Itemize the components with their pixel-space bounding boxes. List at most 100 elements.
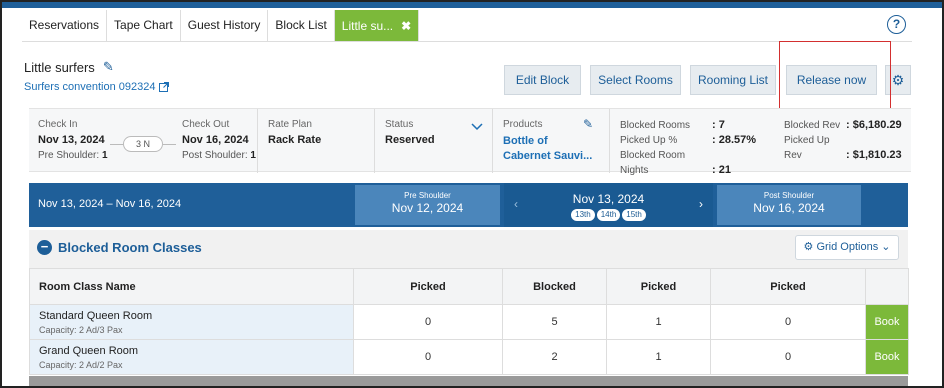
help-icon[interactable]: ?	[887, 15, 906, 34]
product-line-1: Bottle of	[503, 135, 548, 147]
tab-bar: Reservations Tape Chart Guest History Bl…	[22, 10, 420, 41]
blocked-nights-value: : 21	[712, 164, 731, 176]
nights-badge: 3 N	[123, 136, 163, 152]
col-blocked: Blocked	[502, 268, 607, 305]
page-title: Little surfers ✎	[24, 59, 114, 75]
current-date-column: ‹ Nov 13, 2024 13th 14th 15th ›	[504, 183, 713, 227]
room-stats: Blocked Rooms: 7 Picked Up %: 28.57% Blo…	[620, 118, 780, 178]
nights-connector	[110, 144, 123, 145]
status-chevron-down-icon[interactable]	[471, 119, 483, 134]
edit-block-button[interactable]: Edit Block	[504, 65, 581, 95]
next-date-icon[interactable]: ›	[699, 197, 703, 211]
convention-link[interactable]: Surfers convention 092324	[24, 81, 170, 93]
app-window: Reservations Tape Chart Guest History Bl…	[0, 0, 944, 388]
picked-up-rev-label: Picked Up Rev	[784, 135, 830, 161]
close-tab-icon[interactable]: ✖	[401, 11, 411, 41]
top-accent-bar	[2, 2, 942, 8]
pre-shoulder-date: Nov 12, 2024	[391, 201, 464, 215]
check-out-group: Check Out Nov 16, 2024 Post Shoulder: 1	[182, 119, 256, 161]
release-now-button[interactable]: Release now	[786, 65, 877, 95]
status-label: Status	[385, 119, 414, 130]
pre-shoulder-column[interactable]: Pre Shoulder Nov 12, 2024	[355, 185, 500, 225]
tab-reservations[interactable]: Reservations	[22, 10, 108, 41]
room-class-cell: Standard Queen Room Capacity: 2 Ad/3 Pax	[29, 304, 354, 340]
col-room-class-name: Room Class Name	[29, 268, 354, 305]
nights-connector	[163, 144, 176, 145]
status-value: Reserved	[385, 134, 435, 146]
tab-tape-chart[interactable]: Tape Chart	[107, 10, 181, 41]
room-capacity: Capacity: 2 Ad/3 Pax	[39, 324, 123, 335]
block-date-range: Nov 13, 2024 – Nov 16, 2024	[38, 198, 182, 210]
check-in-label: Check In	[38, 119, 78, 130]
room-capacity: Capacity: 2 Ad/2 Pax	[39, 359, 123, 370]
col-picked: Picked	[710, 268, 866, 305]
table-row: Standard Queen Room Capacity: 2 Ad/3 Pax…	[29, 304, 909, 340]
day-pill-15th[interactable]: 15th	[622, 209, 646, 221]
post-shoulder-info: Post Shoulder: 1	[182, 150, 256, 161]
tab-little-surfers[interactable]: Little su... ✖	[334, 10, 420, 41]
edit-products-icon[interactable]: ✎	[583, 117, 593, 131]
grid-options-button[interactable]: ⚙ Grid Options ⌄	[795, 235, 899, 260]
table-footer-row	[29, 376, 908, 386]
tab-guest-history[interactable]: Guest History	[181, 10, 269, 41]
section-title[interactable]: − Blocked Room Classes	[37, 240, 202, 255]
book-button[interactable]: Book	[865, 339, 909, 375]
book-button[interactable]: Book	[865, 304, 909, 340]
collapse-minus-icon[interactable]: −	[37, 240, 52, 255]
picked-cell[interactable]: 0	[710, 339, 866, 375]
post-shoulder-column[interactable]: Post Shoulder Nov 16, 2024	[717, 185, 861, 225]
table-row: Grand Queen Room Capacity: 2 Ad/2 Pax 0 …	[29, 339, 909, 375]
check-in-group: Check In Nov 13, 2024 Pre Shoulder: 1	[38, 119, 108, 161]
pre-shoulder-heading: Pre Shoulder	[404, 191, 451, 200]
rooming-list-button[interactable]: Rooming List	[690, 65, 776, 95]
blocked-cell[interactable]: 2	[502, 339, 607, 375]
col-picked: Picked	[606, 268, 711, 305]
post-shoulder-date: Nov 16, 2024	[753, 201, 825, 215]
stats-cell: Blocked Rooms : 7 Picked Up % : 28.57% Blo…	[610, 109, 911, 176]
rate-plan-value: Rack Rate	[268, 134, 322, 146]
picked-cell[interactable]: 0	[710, 304, 866, 340]
post-shoulder-value: 1	[250, 150, 256, 161]
day-pill-13th[interactable]: 13th	[571, 209, 595, 221]
day-selector: 13th 14th 15th	[504, 209, 713, 221]
room-class-cell: Grand Queen Room Capacity: 2 Ad/2 Pax	[29, 339, 354, 375]
divider	[22, 41, 912, 42]
room-class-name: Grand Queen Room	[39, 344, 139, 357]
pre-shoulder-info: Pre Shoulder: 1	[38, 150, 108, 161]
blocked-cell[interactable]: 5	[502, 304, 607, 340]
picked-cell[interactable]: 1	[606, 304, 711, 340]
rate-plan-label: Rate Plan	[268, 119, 312, 130]
tab-block-list[interactable]: Block List	[268, 10, 335, 41]
revenue-stats: Blocked Rev: $6,180.29 Picked Up Rev: $1…	[784, 118, 911, 163]
section-title-label: Blocked Room Classes	[58, 240, 202, 255]
settings-gear-icon[interactable]: ⚙	[885, 65, 911, 95]
edit-pencil-icon[interactable]: ✎	[103, 59, 114, 75]
tab-label: Little su...	[341, 18, 394, 33]
picked-up-pct-label: Picked Up %	[620, 135, 678, 146]
blocked-rev-label: Blocked Rev	[784, 120, 841, 131]
day-pill-14th[interactable]: 14th	[596, 209, 621, 221]
convention-link-label: Surfers convention 092324	[24, 81, 156, 93]
picked-cell[interactable]: 0	[353, 304, 503, 340]
products-label: Products	[503, 119, 543, 130]
picked-up-pct-value: : 28.57%	[712, 134, 757, 146]
block-name: Little surfers	[24, 59, 95, 75]
grid-options-gear-icon: ⚙	[803, 241, 814, 253]
col-picked: Picked	[353, 268, 503, 305]
check-in-date: Nov 13, 2024	[38, 134, 105, 146]
check-out-date: Nov 16, 2024	[182, 134, 249, 146]
grid-options-label: Grid Options	[816, 241, 879, 253]
grid-options-chevron-icon: ⌄	[881, 241, 891, 253]
previous-date-icon[interactable]: ‹	[514, 197, 518, 211]
product-line-2: Cabernet Sauvi...	[503, 150, 593, 162]
col-action	[865, 268, 909, 305]
blocked-rooms-label: Blocked Rooms	[620, 120, 691, 131]
blocked-rooms-value: : 7	[712, 119, 725, 131]
picked-cell[interactable]: 1	[606, 339, 711, 375]
blocked-rev-value: : $6,180.29	[846, 119, 902, 131]
check-out-label: Check Out	[182, 119, 230, 130]
room-class-name: Standard Queen Room	[39, 309, 153, 322]
picked-cell[interactable]: 0	[353, 339, 503, 375]
product-link[interactable]: Bottle of Cabernet Sauvi...	[503, 134, 592, 164]
select-rooms-button[interactable]: Select Rooms	[590, 65, 681, 95]
